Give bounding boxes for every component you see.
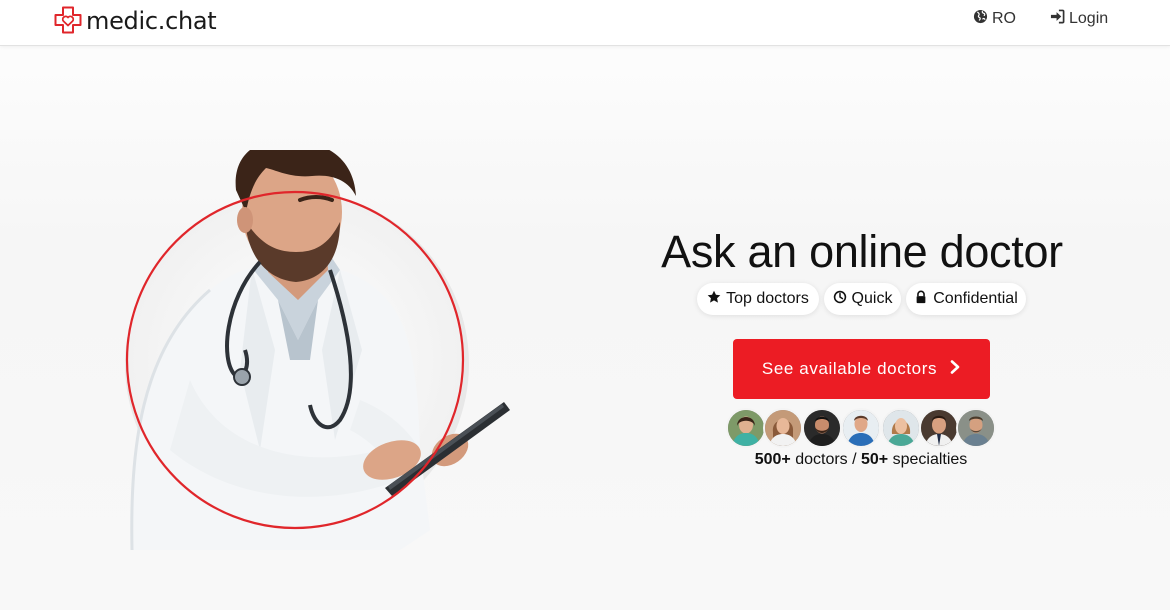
feature-label: Confidential — [933, 290, 1018, 307]
specialties-count: 50+ — [861, 451, 889, 468]
feature-badge-top-doctors: Top doctors — [697, 283, 819, 315]
cta-label: See available doctors — [761, 359, 938, 378]
specialties-label: specialties — [888, 451, 968, 468]
doctor-avatar — [841, 408, 881, 448]
feature-badge-confidential: Confidential — [906, 283, 1026, 315]
chevron-right-icon — [937, 359, 961, 379]
doctor-hero-image — [100, 139, 520, 551]
sign-in-icon — [1050, 9, 1069, 29]
login-link[interactable]: Login — [1050, 9, 1108, 29]
language-label: RO — [992, 10, 1016, 27]
doctor-avatar — [919, 408, 959, 448]
doctor-avatar — [881, 408, 921, 448]
globe-icon — [973, 9, 992, 29]
doctor-avatar — [763, 408, 803, 448]
language-switch-link[interactable]: RO — [973, 9, 1016, 29]
see-available-doctors-button[interactable]: See available doctors — [733, 339, 990, 399]
doctors-label: doctors / — [790, 451, 861, 468]
feature-badge-quick: Quick — [824, 283, 901, 315]
lock-icon — [914, 290, 933, 309]
top-navbar: medic.chat RO Login — [0, 0, 1170, 46]
brand-name: medic.chat — [86, 7, 217, 35]
brand-logo-link[interactable]: medic.chat — [53, 5, 217, 40]
star-icon — [707, 290, 726, 309]
doctor-avatar — [802, 408, 842, 448]
doctor-avatar — [956, 408, 996, 448]
doctor-stats: 500+ doctors / 50+ specialties — [720, 451, 1002, 469]
heart-cross-logo-icon — [53, 5, 83, 40]
feature-label: Top doctors — [726, 290, 809, 307]
doctors-count: 500+ — [754, 451, 791, 468]
clock-icon — [833, 290, 852, 309]
doctor-avatar-group — [726, 408, 996, 448]
login-label: Login — [1069, 10, 1109, 27]
feature-label: Quick — [851, 290, 893, 307]
doctor-avatar — [726, 408, 766, 448]
hero-title: Ask an online doctor — [661, 226, 1063, 277]
